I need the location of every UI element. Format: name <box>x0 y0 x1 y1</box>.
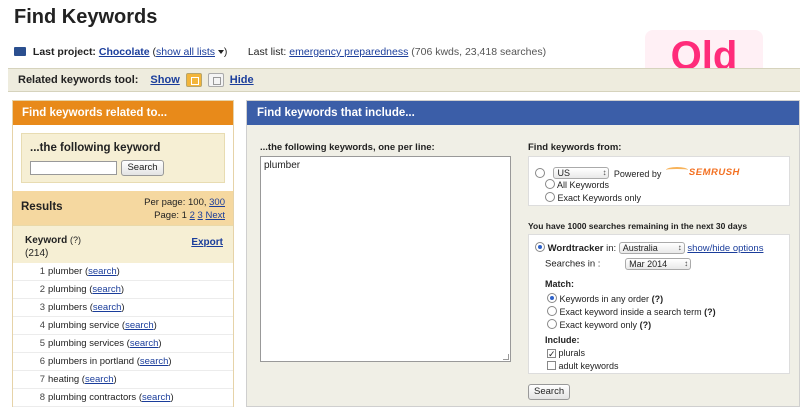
keywords-textarea-value: plumber <box>264 160 301 171</box>
list-item: 5 plumbing services (search) <box>13 335 233 353</box>
last-project-label: Last project: <box>32 46 96 58</box>
match-inside-radio[interactable] <box>547 306 557 316</box>
page-2-link[interactable]: 2 <box>190 210 195 221</box>
match-inside-help[interactable]: (?) <box>704 307 716 317</box>
last-project-bar: Last project: Chocolate (show all lists … <box>14 46 546 58</box>
keyword-search-link[interactable]: search <box>142 392 171 403</box>
last-list-label: Last list: <box>247 46 287 58</box>
match-any-help[interactable]: (?) <box>652 294 664 304</box>
related-keyword-input[interactable] <box>30 161 117 175</box>
include-search-button[interactable]: Search <box>528 384 571 400</box>
match-any-radio[interactable] <box>547 293 557 303</box>
per-page-300-link[interactable]: 300 <box>209 197 225 208</box>
month-select[interactable]: Mar 2014 <box>625 258 692 270</box>
list-item: 1 plumber (search) <box>13 263 233 281</box>
keyword-column-label: Keyword <box>25 235 68 246</box>
match-exact-radio[interactable] <box>547 319 557 329</box>
wordtracker-source-box: Wordtracker in: Australia show/hide opti… <box>528 234 790 374</box>
wordtracker-radio[interactable] <box>535 242 545 252</box>
page-3-link[interactable]: 3 <box>198 210 203 221</box>
list-item: 4 plumbing service (search) <box>13 317 233 335</box>
searches-remaining: You have 1000 searches remaining in the … <box>528 221 748 231</box>
hide-link[interactable]: Hide <box>230 74 254 86</box>
pagination: Per page: 100, 300 Page: 1 2 3 Next <box>144 197 225 221</box>
related-search-button[interactable]: Search <box>121 160 164 176</box>
keyword-search-link[interactable]: search <box>85 374 114 385</box>
list-item: 7 heating (search) <box>13 371 233 389</box>
keyword-search-link[interactable]: search <box>130 338 159 349</box>
source-label: Find keywords from: <box>528 142 622 153</box>
list-item: 8 plumbing contractors (search) <box>13 389 233 407</box>
match-inside-option[interactable]: Exact keyword inside a search term (?) <box>547 306 716 317</box>
keyword-search-box: ...the following keyword Search <box>21 133 225 183</box>
keyword-column-header: Keyword (?) (214) Export <box>13 225 233 263</box>
semrush-exact-option[interactable]: Exact Keywords only <box>545 192 641 203</box>
list-item: 3 plumbers (search) <box>13 299 233 317</box>
keyword-list: 1 plumber (search) 2 plumbing (search) 3 pl… <box>13 263 233 407</box>
keyword-search-link[interactable]: search <box>88 266 117 277</box>
keywords-textarea-label: ...the following keywords, one per line: <box>260 142 435 153</box>
semrush-country-select[interactable]: US <box>553 166 610 179</box>
keyword-search-link[interactable]: search <box>92 284 121 295</box>
adult-option[interactable]: adult keywords <box>547 361 619 371</box>
keywords-textarea[interactable]: plumber <box>260 156 511 362</box>
wordtracker-country-select[interactable]: Australia <box>618 242 685 255</box>
all-keywords-radio[interactable] <box>545 179 555 189</box>
powered-by-label: Powered by <box>613 169 662 179</box>
include-label: Include: <box>545 335 580 345</box>
semrush-source-box: US Powered by SEMRUSH All Keywords Exact… <box>528 156 790 206</box>
match-label: Match: <box>545 279 574 289</box>
keyword-search-link[interactable]: search <box>93 302 122 313</box>
related-tool-label: Related keywords tool: <box>18 74 139 86</box>
project-link[interactable]: Chocolate <box>99 46 150 58</box>
result-count: (214) <box>25 248 49 259</box>
keyword-box-title: ...the following keyword <box>30 142 161 154</box>
include-keywords-panel: Find keywords that include... ...the fol… <box>246 100 800 407</box>
last-list-stats: (706 kwds, 23,418 searches) <box>411 46 547 58</box>
plurals-checkbox[interactable]: ✓ <box>547 349 556 359</box>
wordtracker-label: Wordtracker <box>547 243 604 254</box>
show-link[interactable]: Show <box>150 74 179 86</box>
show-all-lists-link[interactable]: show all lists <box>156 46 215 58</box>
export-link[interactable]: Export <box>191 237 223 248</box>
related-keywords-toolbar: Related keywords tool: Show Hide <box>8 68 800 92</box>
match-any-option[interactable]: Keywords in any order (?) <box>547 293 663 304</box>
folder-icon <box>14 47 26 56</box>
page-title: Find Keywords <box>14 6 158 28</box>
match-exact-help[interactable]: (?) <box>640 320 652 330</box>
next-page-link[interactable]: Next <box>205 210 225 221</box>
include-panel-header: Find keywords that include... <box>247 101 799 125</box>
related-panel-header: Find keywords related to... <box>13 101 233 125</box>
resize-grip-icon[interactable] <box>503 354 509 360</box>
match-exact-option[interactable]: Exact keyword only (?) <box>547 319 651 330</box>
searches-in-label: Searches in : <box>545 258 601 270</box>
related-keywords-panel: Find keywords related to... ...the follo… <box>12 100 234 407</box>
list-item: 2 plumbing (search) <box>13 281 233 299</box>
results-title: Results <box>21 201 63 213</box>
adult-checkbox[interactable] <box>547 361 556 370</box>
semrush-all-option[interactable]: All Keywords <box>545 179 609 190</box>
semrush-logo: SEMRUSH <box>665 167 740 178</box>
last-list-link[interactable]: emergency preparedness <box>289 46 408 58</box>
exact-keywords-radio[interactable] <box>545 192 555 202</box>
single-view-icon[interactable] <box>207 73 224 87</box>
semrush-radio[interactable] <box>535 168 545 178</box>
keyword-search-link[interactable]: search <box>125 320 154 331</box>
split-view-icon[interactable] <box>185 73 202 87</box>
list-item: 6 plumbers in portland (search) <box>13 353 233 371</box>
results-header: Results Per page: 100, 300 Page: 1 2 3 N… <box>13 191 233 225</box>
plurals-option[interactable]: ✓ plurals <box>547 348 585 359</box>
keyword-search-link[interactable]: search <box>140 356 169 367</box>
keyword-help-link[interactable]: (?) <box>70 235 81 245</box>
show-hide-options-link[interactable]: show/hide options <box>687 243 763 254</box>
